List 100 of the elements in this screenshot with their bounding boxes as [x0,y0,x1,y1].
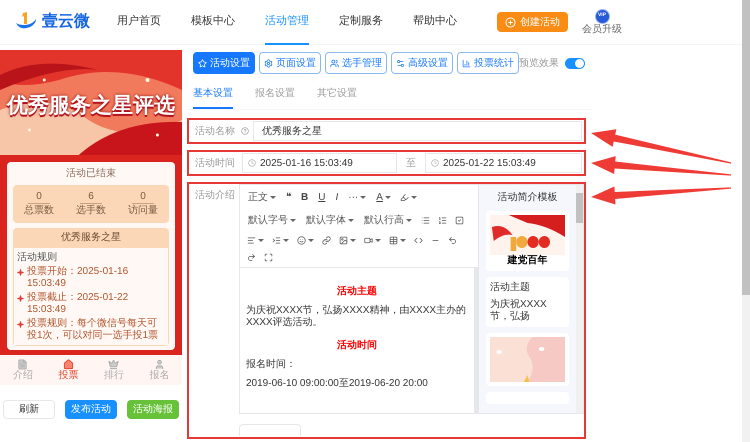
star-icon [17,321,24,328]
field-label: 活动介绍 [194,189,236,203]
document-icon [17,359,28,370]
bar-chart-icon [462,58,471,68]
settings-tab-button[interactable]: 活动设置 [193,52,255,74]
template-text: 为庆祝XXXX节，弘扬 [490,299,548,323]
settings-tab-button[interactable]: 投票统计 [457,52,519,74]
input-field[interactable] [239,424,301,436]
status-text: 活动已结束 [65,166,117,181]
star-icon [198,58,207,68]
person-icon [154,359,165,370]
panel-title: 活动简介模板 [496,190,558,205]
caret-icon [400,239,406,242]
toolbar-select[interactable]: 正文 [244,190,280,205]
rule-text: 投票截止：2025-01-22 15:03:49 [27,292,130,316]
clock-icon [431,159,439,167]
content-heading: 活动主题 [336,286,378,298]
format-button[interactable]: ··· [344,190,370,205]
undo-icon[interactable] [448,236,457,245]
format-button[interactable]: A [372,190,395,205]
table-icon[interactable] [389,236,398,245]
rule-text: 投票开始：2025-01-16 15:03:49 [27,266,130,290]
stat-value: 0 [132,190,154,204]
caret-icon [258,239,264,242]
house-icon [62,359,74,370]
template-card[interactable]: 建党百年 [486,211,569,271]
code-icon[interactable] [414,236,423,245]
image-icon[interactable] [339,236,348,245]
preview-toggle[interactable] [565,58,585,68]
format-button[interactable]: B [297,190,312,205]
sliders-icon [396,58,405,68]
fullscreen-icon[interactable] [264,253,273,262]
caret-icon [410,196,417,199]
template-heading: 活动主题 [490,281,531,295]
link-icon[interactable] [322,236,331,245]
caret-icon [283,239,289,242]
rule-text: 投票规则：每个微信号每天可投1次，可以对同一选手投1票 [27,318,160,342]
content-heading: 活动时间 [336,340,378,352]
numbered-list-icon[interactable] [438,216,447,225]
end-date-field[interactable]: 2025-01-22 15:03:49 [425,153,582,173]
caret-icon [360,196,366,199]
field-label: 活动名称 [194,124,236,138]
settings-tab-button[interactable]: 选手管理 [325,52,387,74]
caret-icon [406,219,412,222]
clock-icon [248,159,256,167]
nav-link[interactable]: 模板中心 [191,0,235,44]
gear-icon [264,58,273,68]
format-button[interactable]: ❝ [282,190,295,205]
content-paragraph: 2019-06-10 09:00:00至2019-06-20 20:00 [246,378,429,390]
people-icon [330,58,339,68]
caret-icon [270,196,276,199]
caret-icon [290,219,296,222]
crown-icon [108,359,120,370]
name-field[interactable]: 优秀服务之星 [253,121,582,141]
toolbar-select[interactable]: 默认字号 [244,213,300,228]
format-button[interactable]: I [331,190,342,205]
action-button[interactable]: 刷新 [3,400,55,419]
preview-label: 预览效果 [519,56,559,70]
stat-label: 选手数 [76,204,106,218]
stat-label: 访问量 [128,204,158,218]
help-icon [241,127,249,135]
tabbar-item[interactable]: 投票 [58,359,78,381]
nav-link[interactable]: 帮助中心 [413,0,457,44]
stat-label: 总票数 [24,204,54,218]
caret-icon [375,239,381,242]
stat-value: 0 [28,190,50,204]
content-paragraph: 为庆祝XXXX节，弘扬XXXX精神，由XXXX主办的XXXX评选活动。 [246,305,468,329]
video-icon[interactable] [364,236,373,245]
format-button[interactable]: U [314,190,330,205]
star-icon [17,269,24,276]
caret-icon [384,196,391,199]
caret-icon [350,239,356,242]
settings-tab-button[interactable]: 高级设置 [391,52,453,74]
emoji-icon[interactable] [297,236,306,245]
stat-value: 6 [80,190,102,204]
nav-link[interactable]: 用户首页 [117,0,161,44]
start-date-field[interactable]: 2025-01-16 15:03:49 [242,153,397,173]
indent-icon[interactable] [272,236,281,245]
caret-icon [308,239,314,242]
align-icon[interactable] [247,236,256,245]
nav-link[interactable]: 定制服务 [339,0,383,44]
range-separator: 至 [405,156,417,170]
redo-icon[interactable] [247,253,256,262]
toolbar-select[interactable]: 默认字体 [302,213,358,228]
checkbox-icon[interactable] [455,216,464,225]
content-paragraph: 报名时间： [246,359,297,371]
rules-title: 活动规则 [17,251,58,264]
toolbar-select[interactable]: 默认行高 [360,213,416,228]
highlight-icon[interactable] [400,193,409,202]
plus-icon [505,16,516,28]
bullet-list-icon[interactable] [421,216,430,225]
activity-name: 优秀服务之星 [60,230,122,245]
template-caption: 建党百年 [506,255,548,267]
settings-tab-button[interactable]: 页面设置 [259,52,321,74]
subtab[interactable]: 基本设置 [193,86,233,109]
vip-caption: 会员升级 [582,24,622,36]
star-icon [17,295,24,302]
caret-icon [348,219,354,222]
field-label: 活动时间 [194,156,236,170]
template-card[interactable]: 活动主题 为庆祝XXXX节，弘扬 [486,277,569,327]
